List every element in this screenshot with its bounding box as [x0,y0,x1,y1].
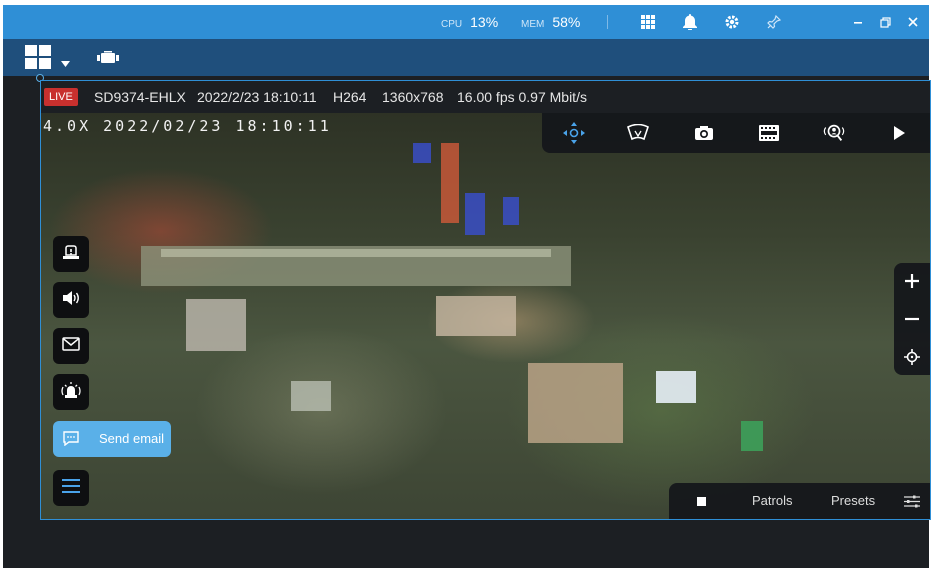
bus [528,363,623,443]
send-email-button[interactable]: Send email [53,421,171,457]
patrols-tab[interactable]: Patrols [752,493,792,508]
mem-usage: MEM 58% [521,5,580,39]
mem-label: MEM [521,19,545,30]
cpu-label: CPU [441,19,463,30]
presets-tab[interactable]: Presets [831,493,875,508]
camera-viewport[interactable]: LIVE SD9374-EHLX 2022/2/23 18:10:11 H264… [40,80,931,520]
stream-fps-bitrate: 16.00 fps 0.97 Mbit/s [457,89,587,105]
cpu-value: 13% [470,14,499,30]
stream-datetime: 2022/2/23 18:10:11 [197,89,317,105]
cpu-usage: CPU 13% [441,5,498,39]
bridge-sign-strip [161,249,551,257]
envelope-icon [62,336,80,356]
close-icon[interactable] [903,12,923,32]
alarm-output-icon [62,243,80,266]
camera-name: SD9374-EHLX [94,89,186,105]
ptz-control-bar [542,113,930,153]
ptz-bottom-bar: Patrols Presets [669,483,930,519]
minimize-icon[interactable] [848,12,868,32]
bus [436,296,516,336]
shop-sign [503,197,519,225]
smart-search-icon[interactable] [822,121,846,145]
restore-icon[interactable] [875,12,895,32]
stream-codec: H264 [333,89,367,105]
car [291,381,331,411]
pin-icon[interactable] [764,12,784,32]
audio-speaker-button[interactable] [53,282,89,318]
stream-resolution: 1360x768 [382,89,444,105]
film-recording-icon[interactable] [757,121,781,145]
stop-icon[interactable] [697,497,706,506]
zoom-control-panel [894,263,930,375]
zoom-in-icon[interactable] [900,269,924,293]
chevron-down-icon[interactable] [61,54,70,72]
main-toolbar [3,39,929,76]
siren-button[interactable] [53,374,89,410]
bus [186,299,246,351]
siren-icon [61,381,81,404]
app-titlebar: CPU 13% MEM 58% [3,5,929,39]
mem-value: 58% [552,14,581,30]
zoom-out-icon[interactable] [900,307,924,331]
video-osd-timestamp: 4.0X 2022/02/23 18:10:11 [43,117,332,135]
shop-sign [413,143,431,163]
hamburger-menu-icon [62,478,80,498]
play-icon[interactable] [887,121,911,145]
shop-sign [465,193,485,235]
focus-target-icon[interactable] [900,345,924,369]
sliders-settings-icon[interactable] [904,495,920,511]
grid-apps-icon[interactable] [638,12,658,32]
ptz-move-icon[interactable] [562,121,586,145]
live-view-area: LIVE SD9374-EHLX 2022/2/23 18:10:11 H264… [3,74,931,568]
light-box-sign [741,421,763,451]
snapshot-camera-icon[interactable] [692,121,716,145]
alarm-output-button[interactable] [53,236,89,272]
more-actions-button[interactable] [53,470,89,506]
gear-icon[interactable] [722,12,742,32]
shop-sign [441,143,459,223]
send-email-label: Send email [99,431,165,446]
stream-info-bar: LIVE SD9374-EHLX 2022/2/23 18:10:11 H264… [41,81,930,113]
video-wall-icon[interactable] [97,51,119,70]
live-badge: LIVE [44,88,78,106]
chat-message-icon [63,431,79,449]
speaker-icon [62,290,80,311]
titlebar-divider [607,15,608,29]
bell-icon[interactable] [680,12,700,32]
light-box-sign [656,371,696,403]
fisheye-dewarp-icon[interactable] [626,121,650,145]
email-button[interactable] [53,328,89,364]
layout-grid-icon[interactable] [25,45,51,74]
